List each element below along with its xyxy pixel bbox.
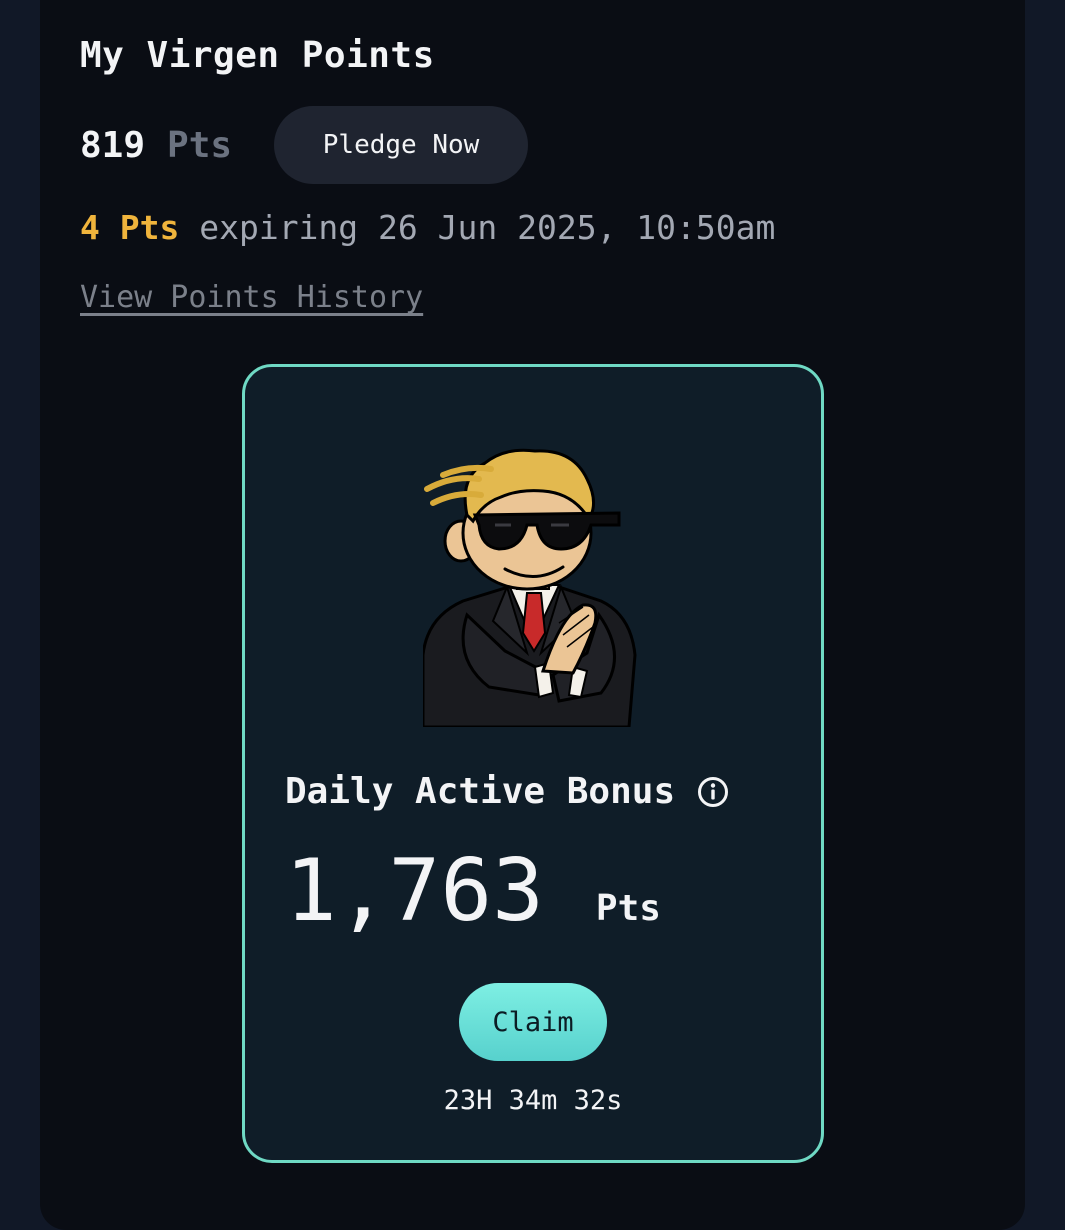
expiry-notice: 4 Pts expiring 26 Jun 2025, 10:50am [80,207,775,249]
bonus-amount-row: 1,763 Pts [285,841,661,941]
daily-bonus-card: Daily Active Bonus 1,763 Pts Claim 23H 3… [242,364,824,1163]
points-value: 819 [80,124,146,166]
points-unit: Pts [167,124,233,166]
view-points-history-link[interactable]: View Points History [80,278,423,318]
claim-button[interactable]: Claim [459,983,607,1061]
info-icon[interactable] [697,776,729,808]
bonus-amount: 1,763 [285,841,544,941]
bonus-unit: Pts [595,888,661,929]
pledge-now-button[interactable]: Pledge Now [274,106,529,184]
bonus-header: Daily Active Bonus [285,771,729,812]
bonus-title: Daily Active Bonus [285,771,676,812]
points-balance-row: 819 Pts Pledge Now [80,106,529,184]
expiry-amount: 4 Pts [80,208,180,247]
expiry-text: expiring 26 Jun 2025, 10:50am [199,208,776,247]
claim-countdown: 23H 34m 32s [443,1085,623,1116]
page-title: My Virgen Points [80,35,435,76]
mascot-illustration [423,448,637,727]
